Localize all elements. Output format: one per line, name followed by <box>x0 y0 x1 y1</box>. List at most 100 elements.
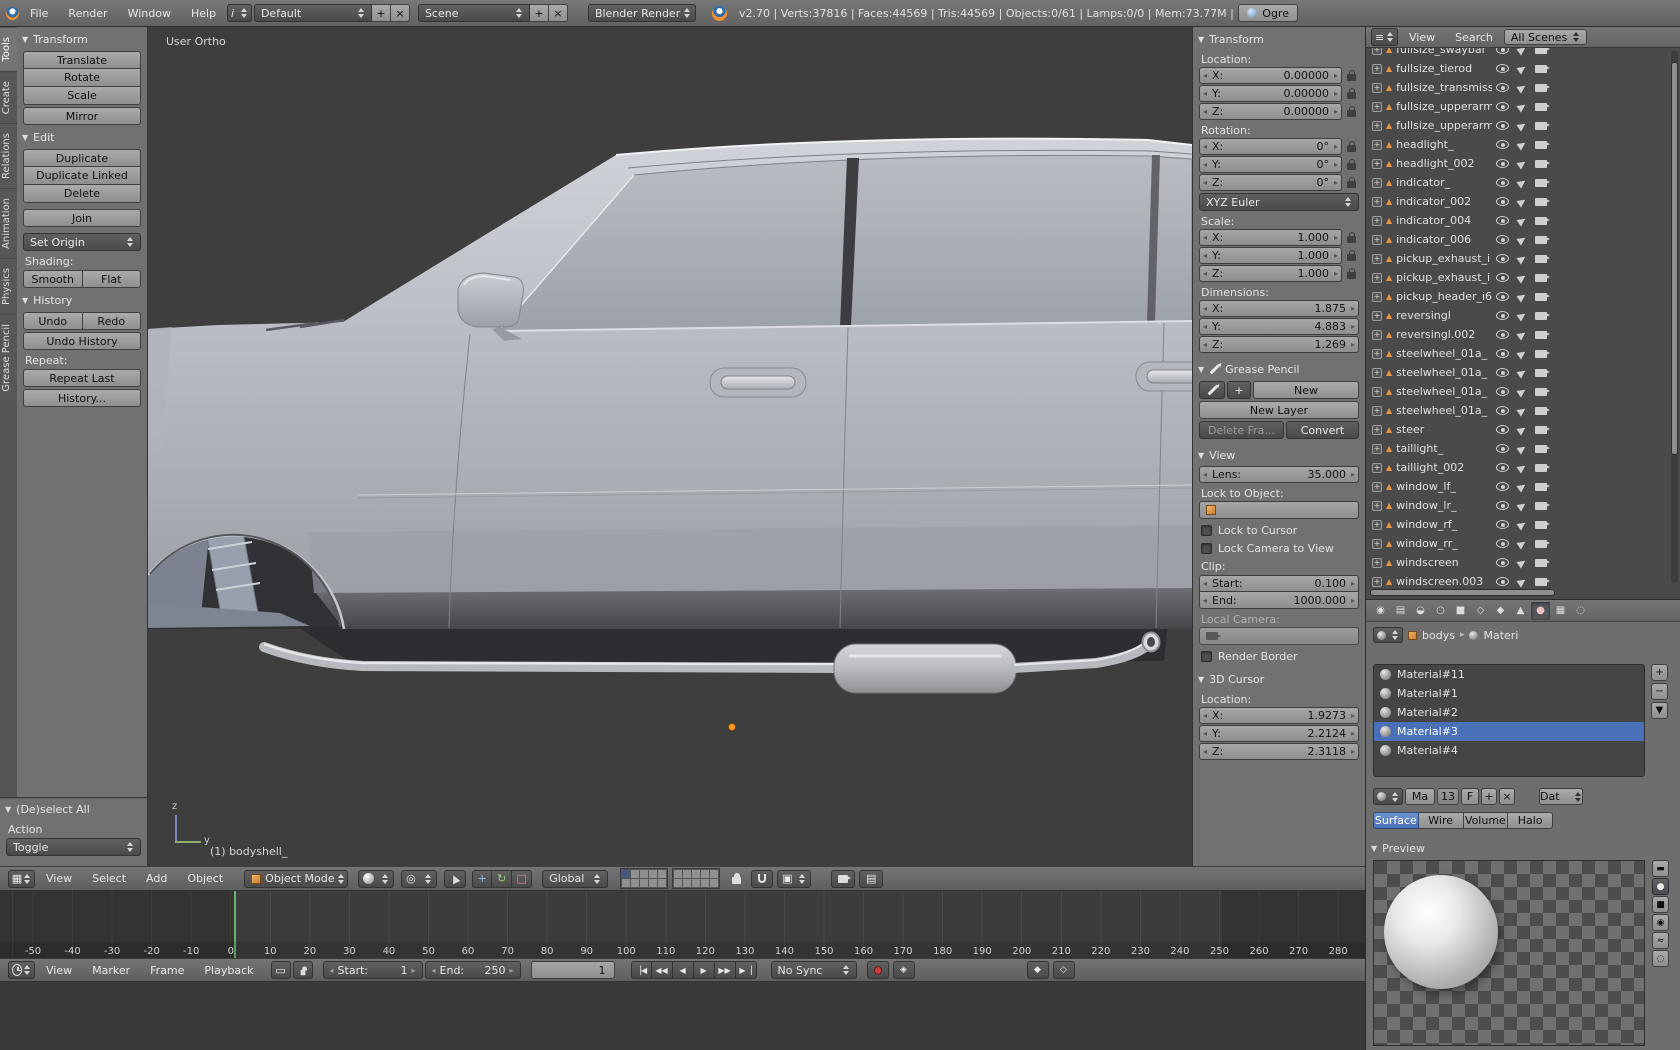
increment-icon[interactable]: ▸ <box>1334 142 1338 151</box>
outliner-row[interactable]: + ▲ steelwheel_01a_ <box>1366 382 1680 401</box>
collapse-icon[interactable]: ▼ <box>5 805 11 814</box>
increment-icon[interactable]: ▸ <box>1334 107 1338 116</box>
lock-to-cursor-checkbox[interactable] <box>1201 525 1212 536</box>
lock-time-toggle[interactable] <box>293 961 313 979</box>
outliner-row[interactable]: + ▲ taillight_ <box>1366 439 1680 458</box>
visibility-eye-icon[interactable] <box>1496 197 1509 206</box>
lock-icon[interactable] <box>1344 268 1359 279</box>
material-slot-Material#2[interactable]: Material#2 <box>1374 703 1644 722</box>
number-field[interactable]: ◂Y:1.000▸ <box>1199 247 1342 264</box>
renderable-camera-icon[interactable] <box>1535 84 1547 92</box>
number-field[interactable]: ◂X:0°▸ <box>1199 138 1342 155</box>
layer-cell[interactable] <box>710 870 718 878</box>
number-field[interactable]: ◂X:1.000▸ <box>1199 229 1342 246</box>
pivot-point-dropdown[interactable]: ◎ <box>401 870 437 888</box>
layer-cell[interactable] <box>658 879 666 887</box>
selectable-arrow-icon[interactable] <box>1517 348 1528 359</box>
layer-cell[interactable] <box>701 879 709 887</box>
mirror-button[interactable]: Mirror <box>23 107 141 125</box>
av-sync-dropdown[interactable]: No Sync <box>771 961 857 979</box>
layer-cell[interactable] <box>640 879 648 887</box>
selectable-arrow-icon[interactable] <box>1517 215 1528 226</box>
viewport-canvas[interactable] <box>148 27 1192 866</box>
material-users-button[interactable]: 13 <box>1437 788 1459 805</box>
expand-icon[interactable]: + <box>1372 102 1382 112</box>
editor-type-button[interactable]: i <box>227 4 252 22</box>
renderable-camera-icon[interactable] <box>1535 407 1547 415</box>
preview-type-button-sphere[interactable]: ● <box>1652 878 1669 895</box>
visibility-eye-icon[interactable] <box>1496 558 1509 567</box>
number-field[interactable]: ◂Y:4.883▸ <box>1199 318 1359 335</box>
new-material-button[interactable]: + <box>1481 788 1497 805</box>
scene-lock-icon[interactable] <box>732 877 741 884</box>
outliner-row[interactable]: + ▲ indicator_004 <box>1366 211 1680 230</box>
object-name[interactable]: taillight_ <box>1396 442 1492 455</box>
expand-icon[interactable]: + <box>1372 501 1382 511</box>
panel-header-view[interactable]: ▼View <box>1193 445 1365 465</box>
frame-end-field[interactable]: ◂End:250▸ <box>425 961 521 979</box>
properties-tab-physics[interactable]: ◌ <box>1571 602 1590 620</box>
material-slot-Material#4[interactable]: Material#4 <box>1374 741 1644 760</box>
ogre-button[interactable]: Ogre <box>1238 4 1298 22</box>
outliner-row[interactable]: + ▲ indicator_006 <box>1366 230 1680 249</box>
clip-start-field[interactable]: ◂Start:0.100▸ <box>1199 575 1359 592</box>
visibility-eye-icon[interactable] <box>1496 292 1509 301</box>
increment-icon[interactable]: ▸ <box>1334 269 1338 278</box>
fake-user-button[interactable]: F <box>1461 788 1479 805</box>
renderable-camera-icon[interactable] <box>1535 236 1547 244</box>
tool-button[interactable]: Rotate <box>23 69 141 87</box>
panel-header-grease-pencil[interactable]: ▼Grease Pencil <box>1193 359 1365 379</box>
expand-icon[interactable]: + <box>1372 83 1382 93</box>
material-slot-Material#11[interactable]: Material#11 <box>1374 665 1644 684</box>
object-name[interactable]: indicator_002 <box>1396 195 1492 208</box>
lock-icon[interactable] <box>1344 232 1359 243</box>
material-type-button[interactable]: Surface <box>1373 812 1419 829</box>
increment-icon[interactable]: ▸ <box>1334 160 1338 169</box>
visibility-eye-icon[interactable] <box>1496 406 1509 415</box>
tool-button[interactable]: Duplicate <box>23 149 141 167</box>
selectable-arrow-icon[interactable] <box>1517 576 1528 587</box>
increment-icon[interactable]: ▸ <box>1334 233 1338 242</box>
selectable-arrow-icon[interactable] <box>1517 272 1528 283</box>
insert-keyframe-button[interactable]: ◆ <box>1027 961 1049 979</box>
outliner-row[interactable]: + ▲ steelwheel_01a_ <box>1366 363 1680 382</box>
menu-item[interactable]: View <box>37 872 81 885</box>
tool-shelf-tab[interactable]: Create <box>0 71 17 123</box>
selectable-arrow-icon[interactable] <box>1517 443 1528 454</box>
increment-icon[interactable]: ▸ <box>1351 322 1355 331</box>
undo-button[interactable]: Undo <box>23 312 83 330</box>
expand-icon[interactable]: + <box>1372 121 1382 131</box>
object-name[interactable]: fullsize_upperarm <box>1396 100 1492 113</box>
data-source-button[interactable]: Dat <box>1539 788 1583 805</box>
layer-cell[interactable] <box>683 879 691 887</box>
renderable-camera-icon[interactable] <box>1535 274 1547 282</box>
selectable-arrow-icon[interactable] <box>1517 481 1528 492</box>
gp-new-button[interactable]: New <box>1253 381 1359 399</box>
expand-icon[interactable]: + <box>1372 140 1382 150</box>
object-name[interactable]: fullsize_upperarm <box>1396 119 1492 132</box>
properties-tab-render-layers[interactable]: ▤ <box>1391 602 1410 620</box>
outliner-display-filter[interactable]: All Scenes <box>1504 29 1587 45</box>
preview-type-button-sphere-sky[interactable]: ◌ <box>1652 950 1669 967</box>
visibility-eye-icon[interactable] <box>1496 216 1509 225</box>
object-name[interactable]: window_lf_ <box>1396 480 1492 493</box>
expand-icon[interactable]: + <box>1372 520 1382 530</box>
material-slot-list[interactable]: Material#11Material#1Material#2Material#… <box>1373 664 1645 777</box>
increment-icon[interactable]: ▸ <box>1351 711 1355 720</box>
selectable-arrow-icon[interactable] <box>1517 405 1528 416</box>
outliner-row[interactable]: + ▲ reversingl <box>1366 306 1680 325</box>
local-camera-field[interactable] <box>1199 627 1359 645</box>
number-field[interactable]: ◂Y:2.2124▸ <box>1199 725 1359 742</box>
preview-type-button-flat[interactable]: ▬ <box>1652 860 1669 877</box>
decrement-icon[interactable]: ◂ <box>1203 233 1207 242</box>
browse-material-button[interactable] <box>1373 788 1403 805</box>
decrement-icon[interactable]: ◂ <box>1203 340 1207 349</box>
panel-header-history[interactable]: ▼History <box>17 290 147 310</box>
object-name[interactable]: steelwheel_01a_ <box>1396 366 1492 379</box>
tool-shelf-tab[interactable]: Physics <box>0 258 17 314</box>
expand-icon[interactable]: + <box>1372 387 1382 397</box>
decrement-icon[interactable]: ◂ <box>1203 107 1207 116</box>
timeline-editor[interactable]: -50-40-30-20-100102030405060708090100110… <box>0 891 1365 958</box>
expand-icon[interactable]: + <box>1372 311 1382 321</box>
visibility-eye-icon[interactable] <box>1496 463 1509 472</box>
